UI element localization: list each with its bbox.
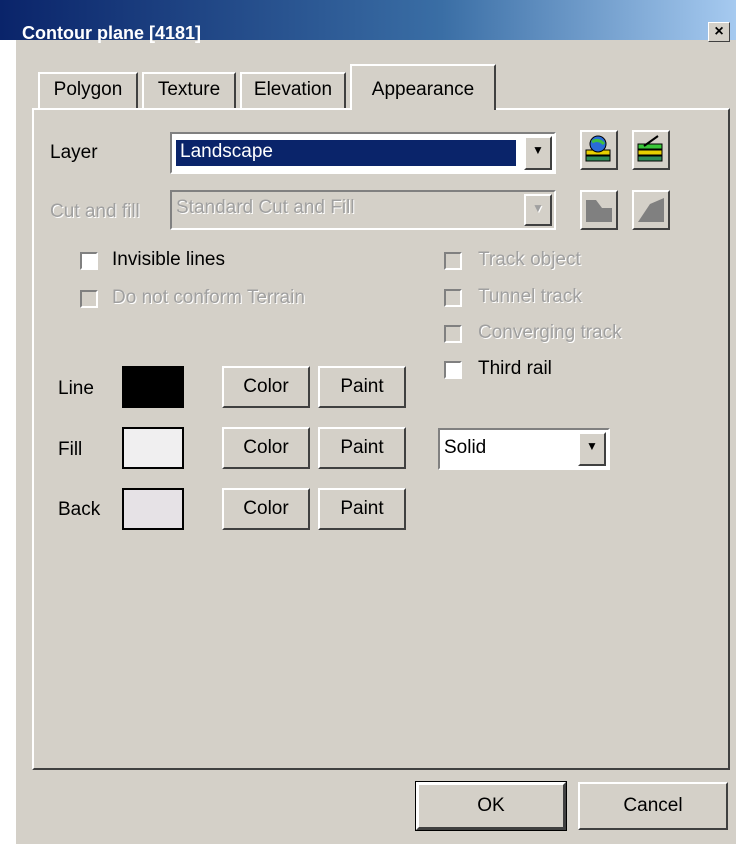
invisible-lines-label: Invisible lines — [112, 249, 225, 270]
invisible-lines-checkbox[interactable] — [80, 252, 98, 270]
converging-track-label: Converging track — [478, 322, 622, 343]
window-left-strip — [0, 40, 16, 844]
terrain-slope-icon — [638, 198, 664, 222]
chevron-down-icon[interactable]: ▼ — [524, 194, 552, 226]
fill-color-button[interactable]: Color — [222, 427, 310, 469]
tunnel-track-checkbox[interactable] — [444, 289, 462, 307]
fill-style-value: Solid — [444, 437, 487, 458]
fill-style-select[interactable]: Solid ▼ — [438, 428, 610, 470]
layer-edit-button[interactable] — [632, 130, 670, 170]
back-color-button[interactable]: Color — [222, 488, 310, 530]
cut-fill-button-1[interactable] — [580, 190, 618, 230]
no-conform-label: Do not conform Terrain — [112, 287, 305, 308]
tab-polygon[interactable]: Polygon — [38, 72, 138, 108]
layers-edit-icon — [637, 135, 663, 162]
track-object-checkbox[interactable] — [444, 252, 462, 270]
tab-elevation[interactable]: Elevation — [240, 72, 346, 108]
fill-label: Fill — [58, 439, 83, 460]
line-label: Line — [58, 378, 94, 399]
tab-appearance[interactable]: Appearance — [350, 64, 496, 110]
third-rail-checkbox[interactable] — [444, 361, 462, 379]
layer-select[interactable]: Landscape ▼ — [170, 132, 556, 174]
terrain-cut-icon — [586, 200, 612, 222]
close-button[interactable]: × — [708, 22, 730, 42]
layers-globe-icon — [585, 135, 611, 162]
layer-select-value: Landscape — [175, 139, 517, 167]
layer-properties-button[interactable] — [580, 130, 618, 170]
track-object-label: Track object — [478, 249, 581, 270]
window-title: Contour plane [4181] — [22, 23, 202, 43]
cut-fill-select-value: Standard Cut and Fill — [176, 197, 355, 218]
layer-label: Layer — [50, 142, 98, 163]
third-rail-label: Third rail — [478, 358, 552, 379]
chevron-down-icon[interactable]: ▼ — [524, 136, 552, 170]
no-conform-checkbox[interactable] — [80, 290, 98, 308]
cancel-button[interactable]: Cancel — [578, 782, 728, 830]
tunnel-track-label: Tunnel track — [478, 286, 582, 307]
title-bar: Contour plane [4181] — [0, 0, 736, 43]
ok-button[interactable]: OK — [415, 781, 567, 831]
back-label: Back — [58, 499, 101, 520]
back-color-swatch — [122, 488, 184, 530]
cut-fill-button-2[interactable] — [632, 190, 670, 230]
chevron-down-icon[interactable]: ▼ — [578, 432, 606, 466]
tab-texture[interactable]: Texture — [142, 72, 236, 108]
fill-paint-button[interactable]: Paint — [318, 427, 406, 469]
line-color-button[interactable]: Color — [222, 366, 310, 408]
line-color-swatch — [122, 366, 184, 408]
back-paint-button[interactable]: Paint — [318, 488, 406, 530]
converging-track-checkbox[interactable] — [444, 325, 462, 343]
cut-fill-select[interactable]: Standard Cut and Fill ▼ — [170, 190, 556, 230]
cut-fill-label: Cut and fill — [50, 201, 140, 222]
line-paint-button[interactable]: Paint — [318, 366, 406, 408]
fill-color-swatch — [122, 427, 184, 469]
